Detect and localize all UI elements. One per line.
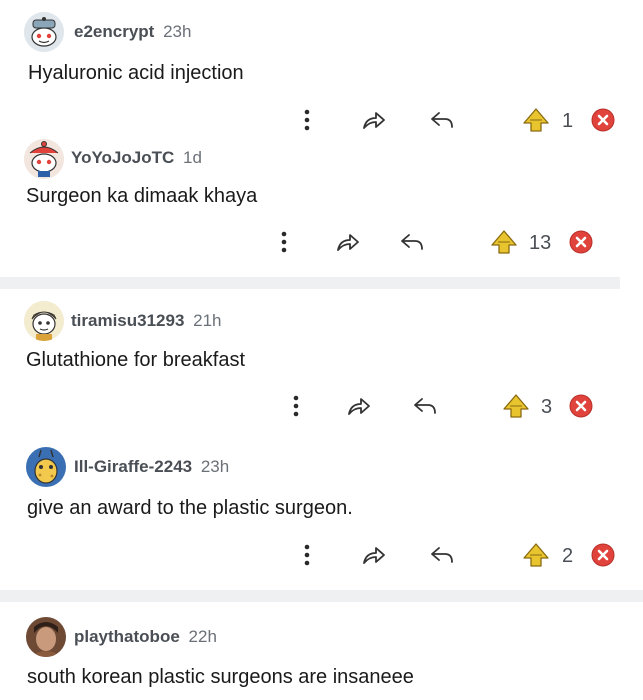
snoo-avatar-icon [24, 12, 64, 52]
avatar[interactable] [26, 617, 66, 657]
share-forward-icon[interactable] [360, 106, 388, 134]
snoo-avatar-icon [24, 139, 64, 179]
avatar[interactable] [26, 447, 66, 487]
username-link[interactable]: tiramisu31293 [71, 311, 184, 330]
comment-meta: Ill-Giraffe-2243 23h [74, 457, 229, 477]
comment-actions: 1 [0, 106, 643, 138]
reply-icon[interactable] [411, 392, 439, 420]
more-vertical-icon[interactable] [270, 228, 298, 256]
more-vertical-icon[interactable] [293, 106, 321, 134]
comment-meta: tiramisu31293 21h [71, 311, 222, 331]
snoo-avatar-icon [26, 447, 66, 487]
user-photo-avatar-icon [26, 617, 66, 657]
comment-actions: 3 [0, 392, 643, 424]
red-downvote-icon[interactable] [589, 106, 617, 134]
vote-score: 13 [529, 232, 552, 254]
vote-score: 2 [562, 545, 574, 567]
avatar[interactable] [24, 139, 64, 179]
reply-icon[interactable] [428, 541, 456, 569]
avatar[interactable] [24, 12, 64, 52]
share-forward-icon[interactable] [334, 228, 362, 256]
share-forward-icon[interactable] [345, 392, 373, 420]
comment-meta: e2encrypt 23h [74, 22, 191, 42]
username-link[interactable]: playthatoboe [74, 627, 180, 646]
red-downvote-icon[interactable] [567, 392, 595, 420]
timestamp: 21h [193, 311, 222, 330]
comment-meta: YoYoJoJoTC 1d [71, 148, 202, 168]
thread-divider [0, 277, 620, 289]
snoo-avatar-icon [24, 301, 64, 341]
comment-text: Hyaluronic acid injection [28, 62, 244, 84]
vote-score: 3 [541, 396, 553, 418]
comment-actions: 13 [0, 228, 643, 260]
comment-text: give an award to the plastic surgeon. [27, 497, 353, 519]
more-vertical-icon[interactable] [293, 541, 321, 569]
username-link[interactable]: e2encrypt [74, 22, 154, 41]
comment-text: south korean plastic surgeons are insane… [27, 666, 414, 688]
gold-upvote-icon[interactable] [490, 228, 518, 256]
username-link[interactable]: YoYoJoJoTC [71, 148, 174, 167]
reply-icon[interactable] [428, 106, 456, 134]
gold-upvote-icon[interactable] [522, 106, 550, 134]
avatar[interactable] [24, 301, 64, 341]
comment-text: Glutathione for breakfast [26, 349, 246, 371]
reply-icon[interactable] [398, 228, 426, 256]
red-downvote-icon[interactable] [589, 541, 617, 569]
timestamp: 1d [183, 148, 202, 167]
comment-meta: playthatoboe 22h [74, 627, 217, 647]
thread-divider [0, 590, 643, 602]
timestamp: 22h [188, 627, 217, 646]
gold-upvote-icon[interactable] [522, 541, 550, 569]
red-downvote-icon[interactable] [567, 228, 595, 256]
gold-upvote-icon[interactable] [502, 392, 530, 420]
share-forward-icon[interactable] [360, 541, 388, 569]
comment-text: Surgeon ka dimaak khaya [26, 185, 258, 207]
timestamp: 23h [163, 22, 192, 41]
comment-actions: 2 [0, 541, 643, 573]
timestamp: 23h [200, 457, 230, 476]
username-link[interactable]: Ill-Giraffe-2243 [74, 457, 192, 476]
more-vertical-icon[interactable] [282, 392, 310, 420]
vote-score: 1 [562, 110, 574, 132]
